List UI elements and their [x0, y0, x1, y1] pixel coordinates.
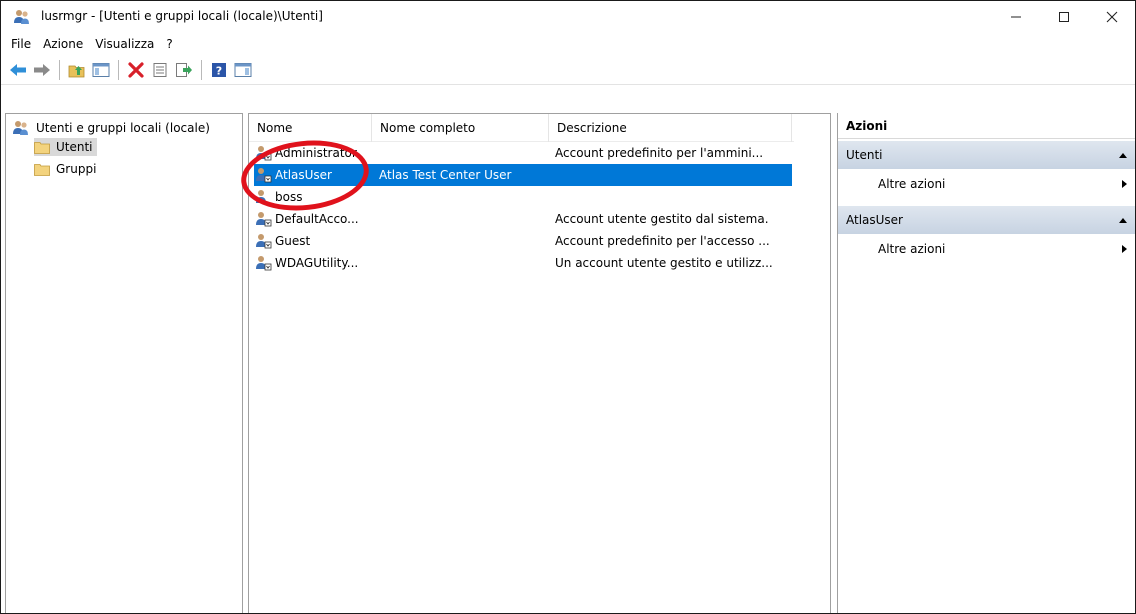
menu-help[interactable]: ? [160, 37, 178, 51]
table-row[interactable]: DefaultAcco... Account utente gestito da… [254, 208, 794, 230]
close-button[interactable] [1089, 1, 1135, 33]
submenu-arrow-icon [1122, 180, 1127, 188]
show-hide-tree-button[interactable] [90, 59, 112, 81]
toolbar-separator [118, 59, 119, 80]
up-folder-icon [68, 65, 85, 77]
user-name: AtlasUser [275, 168, 332, 182]
user-icon [256, 168, 272, 183]
table-row[interactable]: WDAGUtility... Un account utente gestito… [254, 252, 794, 274]
user-icon [256, 190, 266, 203]
column-header-descrizione[interactable]: Descrizione [549, 114, 792, 142]
minimize-button[interactable] [993, 1, 1039, 33]
user-description: Account predefinito per l'ammini... [555, 146, 764, 160]
properties-icon [153, 62, 167, 77]
table-row[interactable]: AtlasUser Atlas Test Center User [254, 164, 792, 186]
action-item-label: Altre azioni [878, 242, 946, 256]
tree-root-label: Utenti e gruppi locali (locale) [36, 121, 210, 135]
user-name: WDAGUtility... [275, 256, 359, 270]
column-header-nome-completo[interactable]: Nome completo [372, 114, 549, 142]
list-header: Nome Nome completo Descrizione [249, 114, 794, 142]
tree-item-gruppi[interactable]: Gruppi [34, 160, 100, 178]
close-icon [1106, 11, 1118, 23]
user-icon [256, 256, 272, 271]
users-groups-icon [13, 121, 28, 135]
app-window: lusrmgr - [Utenti e gruppi locali (local… [0, 0, 1136, 614]
svg-text:?: ? [216, 64, 222, 77]
minimize-icon [1011, 16, 1021, 18]
action-section-title: Utenti [846, 148, 883, 162]
action-section-title: AtlasUser [846, 213, 903, 227]
user-list: Nome Nome completo Descrizione Administr… [248, 113, 831, 613]
tree-item-label: Gruppi [56, 162, 97, 176]
show-hide-action-pane-button[interactable] [232, 59, 254, 81]
user-name: Administrator [275, 146, 357, 160]
console-tree: Utenti e gruppi locali (locale) Utenti G… [5, 113, 243, 613]
toolbar-separator [59, 59, 60, 80]
submenu-arrow-icon [1122, 245, 1127, 253]
user-icon [256, 146, 272, 161]
users-app-icon [14, 10, 29, 24]
maximize-icon [1059, 12, 1069, 22]
action-item-altre-azioni[interactable]: Altre azioni [838, 171, 1135, 197]
delete-button[interactable] [125, 59, 147, 81]
properties-button[interactable] [149, 59, 171, 81]
export-list-button[interactable] [173, 59, 195, 81]
help-button[interactable]: ? [208, 59, 230, 81]
user-description: Account predefinito per l'accesso ... [555, 234, 770, 248]
tree-item-label: Utenti [56, 140, 93, 154]
collapse-up-icon [1119, 153, 1127, 158]
list-rows: Administrator Account predefinito per l'… [254, 142, 794, 274]
action-item-label: Altre azioni [878, 177, 946, 191]
menu-file[interactable]: File [5, 37, 37, 51]
actions-pane: Azioni Utenti Altre azioni AtlasUser Alt… [837, 113, 1135, 613]
menu-visualizza[interactable]: Visualizza [89, 37, 160, 51]
user-icon [256, 212, 272, 227]
table-row[interactable]: Guest Account predefinito per l'accesso … [254, 230, 794, 252]
menu-azione[interactable]: Azione [37, 37, 89, 51]
show-hide-tree-icon [92, 62, 110, 77]
back-button[interactable] [7, 59, 29, 81]
title-bar: lusrmgr - [Utenti e gruppi locali (local… [1, 1, 1135, 33]
column-header-nome[interactable]: Nome [249, 114, 372, 142]
up-folder-button[interactable] [66, 59, 88, 81]
user-full-name: Atlas Test Center User [379, 168, 512, 182]
tree-root[interactable]: Utenti e gruppi locali (locale) [12, 120, 210, 136]
menu-bar: File Azione Visualizza ? [1, 33, 1135, 55]
user-icon [256, 234, 272, 249]
user-name: DefaultAcco... [275, 212, 359, 226]
user-name: boss [275, 190, 303, 204]
table-row[interactable]: boss [254, 186, 794, 208]
forward-button[interactable] [31, 59, 53, 81]
user-description: Account utente gestito dal sistema. [555, 212, 769, 226]
action-item-altre-azioni[interactable]: Altre azioni [838, 236, 1135, 262]
delete-icon [128, 61, 144, 78]
table-row[interactable]: Administrator Account predefinito per l'… [254, 142, 794, 164]
action-section-utenti[interactable]: Utenti [838, 141, 1135, 169]
window-title: lusrmgr - [Utenti e gruppi locali (local… [41, 9, 323, 23]
maximize-button[interactable] [1041, 1, 1087, 33]
back-arrow-icon [10, 63, 26, 76]
forward-arrow-icon [34, 63, 50, 76]
user-name: Guest [275, 234, 311, 248]
actions-header: Azioni [838, 113, 1135, 139]
folder-icon [34, 141, 50, 154]
tree-item-utenti[interactable]: Utenti [34, 138, 97, 156]
collapse-up-icon [1119, 218, 1127, 223]
folder-icon [34, 163, 50, 176]
action-section-atlasuser[interactable]: AtlasUser [838, 206, 1135, 234]
toolbar: ? [1, 55, 1135, 85]
help-icon: ? [212, 62, 226, 77]
export-list-icon [176, 62, 192, 77]
show-hide-action-pane-icon [234, 62, 252, 77]
user-description: Un account utente gestito e utilizz... [555, 256, 773, 270]
toolbar-separator [201, 59, 202, 80]
